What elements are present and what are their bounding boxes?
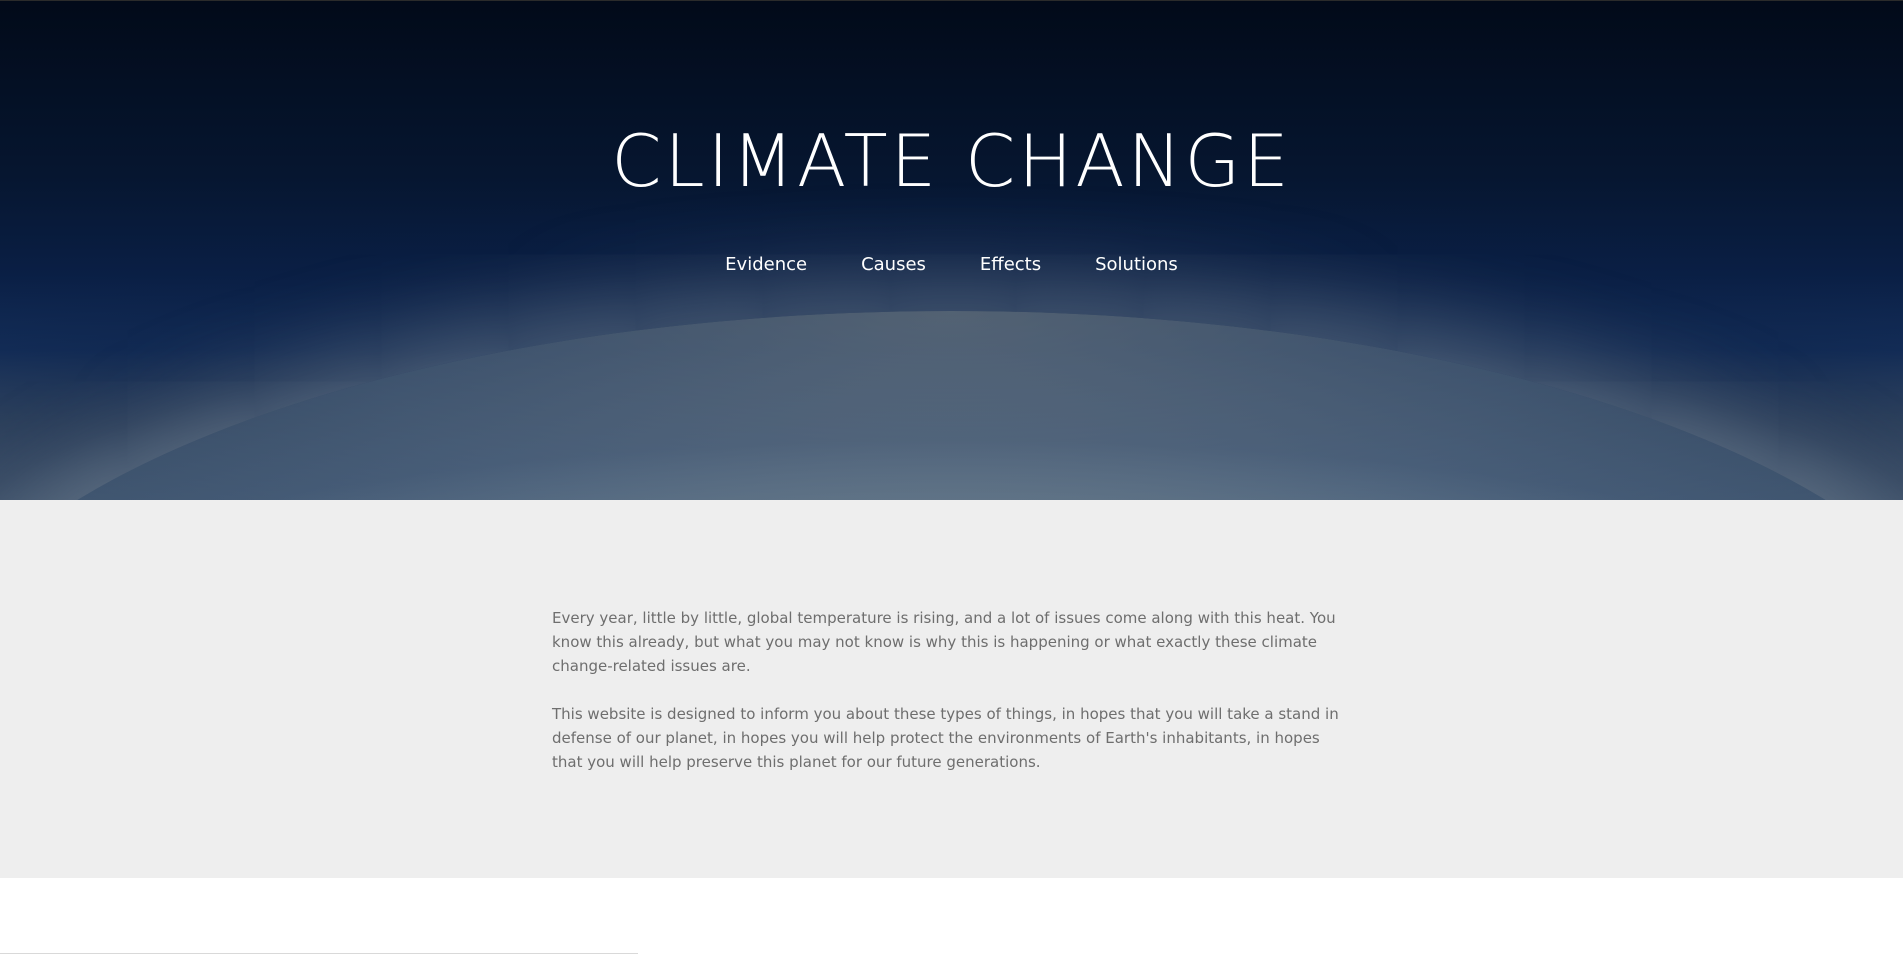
nav-link-effects[interactable]: Effects: [980, 254, 1041, 275]
page-title: CLIMATE CHANGE: [611, 119, 1292, 203]
intro-paragraph: This website is designed to inform you a…: [552, 705, 1339, 771]
intro-section: Every year, little by little, global tem…: [0, 500, 1903, 878]
nav-link-solutions[interactable]: Solutions: [1095, 254, 1178, 275]
nav-link-causes[interactable]: Causes: [861, 254, 926, 275]
intro-text: Every year, little by little, global tem…: [552, 606, 1352, 798]
nav-link-evidence[interactable]: Evidence: [725, 254, 807, 275]
main-nav: Evidence Causes Effects Solutions: [0, 254, 1903, 275]
hero-banner: CLIMATE CHANGE Evidence Causes Effects S…: [0, 0, 1903, 500]
intro-paragraph: Every year, little by little, global tem…: [552, 609, 1336, 675]
